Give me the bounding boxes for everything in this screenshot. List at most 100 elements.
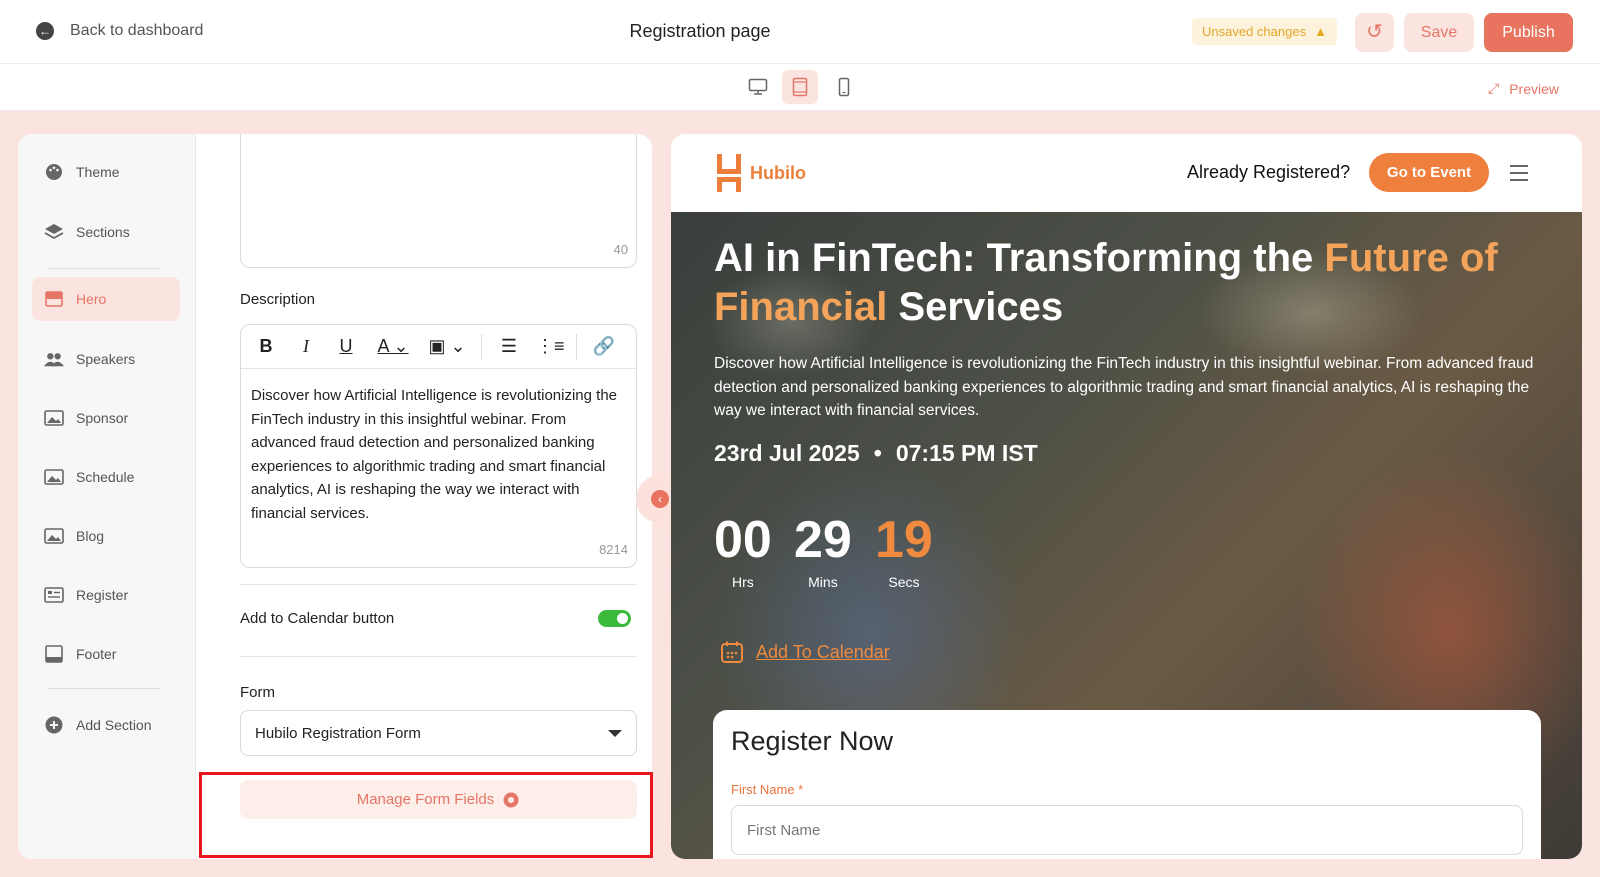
chevron-left-icon: ‹ [651,490,669,508]
hero-icon [44,290,64,308]
footer-icon [44,645,64,663]
plus-circle-icon [44,716,64,734]
register-title: Register Now [731,726,894,756]
desktop-view-button[interactable] [740,70,776,104]
countdown-seconds: 19 Secs [875,512,933,590]
sidebar-item-label: Footer [76,646,117,662]
sidebar-item-label: Sections [76,224,130,240]
countdown-label: Secs [888,574,920,590]
form-select[interactable]: Hubilo Registration Form [240,710,637,756]
sidebar-item-label: Speakers [76,351,136,367]
countdown-hours: 00 Hrs [714,512,772,590]
countdown-value: 00 [714,511,772,569]
sidebar-item-label: Register [76,587,129,603]
event-date: 23rd Jul 2025 [714,440,860,466]
sidebar-item-theme[interactable]: Theme [32,150,180,194]
sidebar-divider [48,688,161,689]
people-icon [44,350,64,368]
description-text[interactable]: Discover how Artificial Intelligence is … [241,369,636,525]
sidebar-item-footer[interactable]: Footer [32,632,180,676]
image-icon [44,527,64,545]
first-name-input[interactable]: First Name [731,805,1523,855]
countdown-label: Mins [808,574,838,590]
editor-panel: Theme Sections Hero Speakers Sponsor Sch… [18,134,652,859]
device-bar: ⤢ Preview [0,64,1600,111]
countdown-minutes: 29 Mins [794,512,852,590]
unsaved-label: Unsaved changes [1202,24,1307,39]
already-registered-text: Already Registered? [1187,162,1351,182]
layers-icon [44,223,64,241]
save-button[interactable]: Save [1404,13,1474,52]
hero-title-part: Services [887,285,1064,329]
sidebar-item-label: Add Section [76,717,152,733]
calendar-toggle[interactable] [598,610,631,627]
highlight-box [199,772,653,858]
go-to-event-button[interactable]: Go to Event [1369,153,1489,192]
sidebar-item-sponsor[interactable]: Sponsor [32,396,180,440]
event-time: 07:15 PM IST [895,440,1038,466]
sidebar-item-label: Schedule [76,469,135,485]
toolbar-divider [576,333,577,360]
hamburger-menu-icon[interactable] [1510,165,1528,186]
sidebar-item-speakers[interactable]: Speakers [32,337,180,381]
sidebar-item-sections[interactable]: Sections [32,210,180,254]
divider [240,656,637,657]
link-icon[interactable]: 🔗 [591,336,617,357]
image-icon [44,409,64,427]
add-section-button[interactable]: Add Section [32,703,180,747]
publish-button[interactable]: Publish [1484,13,1573,52]
sidebar-item-label: Hero [76,291,107,307]
countdown-label: Hrs [732,574,754,590]
sidebar-item-register[interactable]: Register [32,573,180,617]
text-color-icon[interactable]: A ⌄ [373,336,413,357]
register-card: Register Now First Name * First Name [713,710,1541,859]
toolbar-divider [481,333,482,360]
mobile-view-button[interactable] [826,70,862,104]
form-label: Form [240,684,275,701]
image-icon [44,468,64,486]
bullet-separator: • [873,440,882,466]
form-icon [44,586,64,604]
hero-section: AI in FinTech: Transforming the Future o… [671,212,1582,859]
page-title: Registration page [629,21,771,41]
description-char-counter: 8214 [599,542,628,557]
underline-icon[interactable]: U [333,336,359,357]
page-preview: Hubilo Already Registered? Go to Event A… [671,134,1582,859]
description-editor[interactable]: B I U A ⌄ ▣ ⌄ ☰ ⋮≡ 🔗 Discover how Artifi… [240,324,637,568]
sidebar-item-label: Sponsor [76,410,129,426]
calendar-icon [721,641,743,663]
sidebar-item-hero[interactable]: Hero [32,277,180,321]
description-label: Description [240,291,316,308]
tablet-icon [792,77,808,97]
expand-icon: ⤢ [1488,80,1500,96]
settings-panel: 40 Description B I U A ⌄ ▣ ⌄ ☰ ⋮≡ 🔗 Disc… [196,134,652,859]
highlight-color-icon[interactable]: ▣ ⌄ [427,336,467,357]
add-to-calendar-label: Add To Calendar [756,641,890,662]
tablet-view-button[interactable] [782,70,818,104]
form-select-value: Hubilo Registration Form [255,724,421,742]
bold-icon[interactable]: B [253,336,279,357]
sidebar-item-schedule[interactable]: Schedule [32,455,180,499]
countdown-value: 29 [794,511,852,569]
title-textarea[interactable]: 40 [240,134,637,268]
numbered-list-icon[interactable]: ⋮≡ [536,336,565,357]
hero-title-part: AI in FinTech: Transforming the [714,236,1325,280]
brand-name: Hubilo [750,162,806,183]
sidebar-item-label: Theme [76,164,120,180]
add-to-calendar-link[interactable]: Add To Calendar [720,640,890,664]
undo-button[interactable]: ↺ [1355,13,1394,52]
preview-button[interactable]: ⤢ Preview [1488,80,1559,97]
sidebar-item-label: Blog [76,528,105,544]
italic-icon[interactable]: I [293,336,319,357]
title-char-counter: 40 [613,242,628,257]
first-name-label: First Name * [731,782,804,797]
countdown-value: 19 [875,511,933,569]
top-bar: ← Back to dashboard Registration page Un… [0,0,1600,64]
bullet-list-icon[interactable]: ☰ [496,336,522,357]
preview-label: Preview [1509,80,1559,97]
mobile-icon [838,77,850,97]
brand-logo: Hubilo [716,154,806,192]
rich-text-toolbar: B I U A ⌄ ▣ ⌄ ☰ ⋮≡ 🔗 [241,325,636,369]
hubilo-logo-icon [717,154,741,192]
sidebar-item-blog[interactable]: Blog [32,514,180,558]
